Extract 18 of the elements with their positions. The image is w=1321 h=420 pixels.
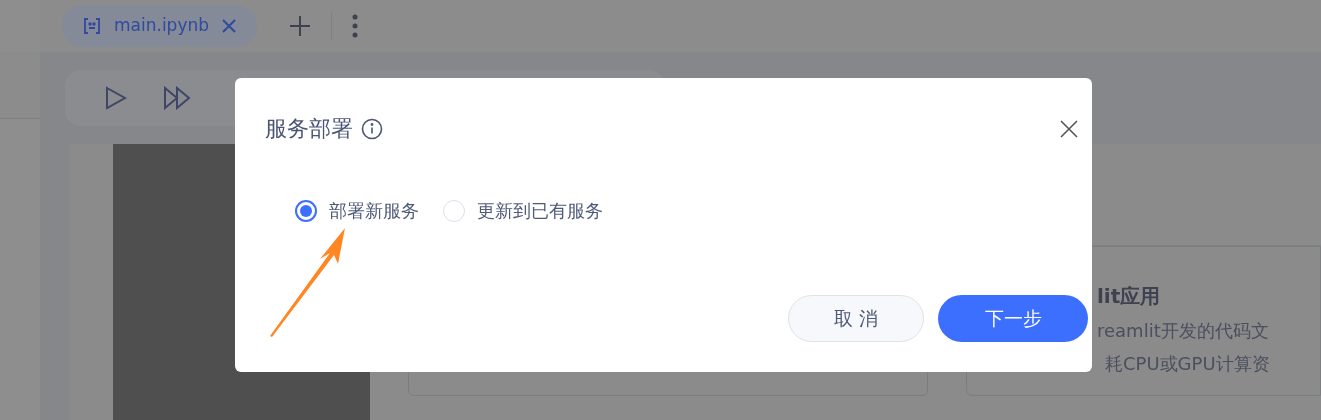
add-icon[interactable]: [289, 15, 312, 37]
radio-option[interactable]: 更新到已有服务: [443, 197, 603, 224]
radio-label[interactable]: 部署新服务: [329, 197, 419, 224]
more-icon[interactable]: [352, 14, 359, 38]
next-button[interactable]: 下一步: [938, 295, 1088, 342]
fast-forward-icon[interactable]: [163, 86, 191, 110]
close-icon[interactable]: [1060, 119, 1078, 138]
info-icon: [361, 117, 383, 140]
play-icon[interactable]: [105, 86, 127, 110]
card-description: reamlit开发的代码文: [1097, 319, 1270, 343]
dialog-title: 服务部署: [265, 115, 353, 143]
radio-label[interactable]: 更新到已有服务: [477, 197, 603, 224]
card-title: lit应用: [1097, 283, 1162, 310]
notebook-icon: [82, 16, 102, 36]
radio-option[interactable]: 部署新服务: [295, 197, 419, 224]
card-description: 耗CPU或GPU计算资: [1105, 352, 1271, 376]
radio-icon[interactable]: [295, 199, 317, 222]
cancel-button[interactable]: 取 消: [788, 295, 924, 342]
